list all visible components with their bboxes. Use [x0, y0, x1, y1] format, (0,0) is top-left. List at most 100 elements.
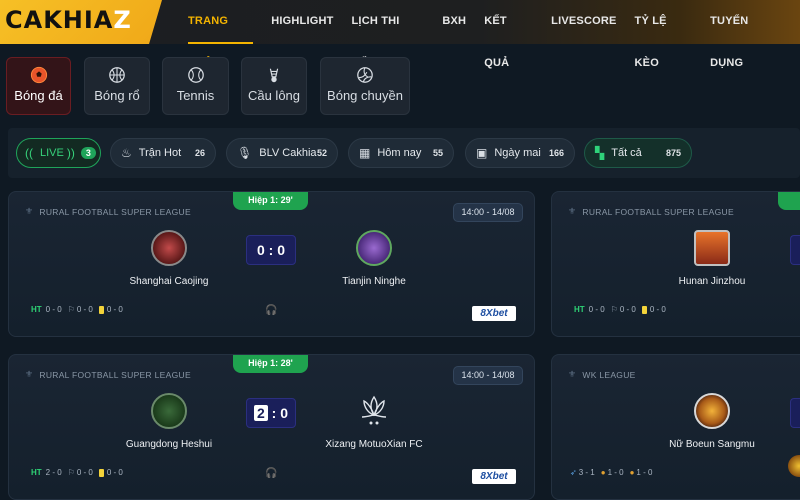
match-card[interactable]: ⚜ WK LEAGUE Nữ Boeun Sangmu ➶ 3 - 1 ● 1 - 0… [551, 354, 800, 500]
home-team-name[interactable]: Nữ Boeun Sangmu [642, 439, 782, 450]
match-time: 14:00 - 14/08 [453, 366, 523, 385]
away-team-name[interactable]: Xizang MotuoXian FC [304, 439, 444, 450]
nav-trang-chu[interactable]: TRANG CHỦ [188, 0, 254, 69]
cards: 0 - 0 [649, 305, 666, 314]
nav-ket-qua[interactable]: KẾT QUẢ [484, 0, 533, 69]
home-team-name[interactable]: Shanghai Caojing [99, 276, 239, 287]
match-stats: HT 2 - 0 ⚐ 0 - 0 0 - 0 [31, 468, 129, 477]
microphone-icon: 🎙 [237, 146, 253, 160]
main-nav: TRANG CHỦ HIGHLIGHT LỊCH THI ĐẤU BXH KẾT… [188, 0, 800, 69]
corner-icon: ➶ [570, 468, 577, 477]
ht-label: HT [574, 305, 585, 314]
league-name: ⚜ RURAL FOOTBALL SUPER LEAGUE [568, 206, 734, 217]
league-icon: ⚜ [25, 206, 34, 216]
yellow-card-icon [641, 305, 647, 314]
league-name: ⚜ RURAL FOOTBALL SUPER LEAGUE [25, 369, 191, 380]
match-stats: ➶ 3 - 1 ● 1 - 0 ● 1 - 0 [570, 468, 658, 477]
stat-1: 3 - 1 [578, 468, 595, 477]
live-signal-icon-right: )) [66, 146, 75, 160]
shuttlecock-icon [269, 68, 279, 83]
filter-today[interactable]: ▦ Hôm nay 55 [348, 138, 454, 168]
nav-highlight[interactable]: HIGHLIGHT [271, 0, 333, 44]
league-icon: ⚜ [568, 206, 577, 216]
match-card[interactable]: ⚜ RURAL FOOTBALL SUPER LEAGUE Hiệp 1: 29'… [8, 191, 535, 337]
match-score: 0 : 0 [246, 235, 296, 265]
grid-icon: ▚ [595, 146, 605, 160]
away-team-name[interactable]: Tianjin Ninghe [304, 276, 444, 287]
filter-all-label: Tất cả [611, 147, 642, 159]
headset-icon[interactable]: 🎧 [265, 468, 277, 479]
headset-icon[interactable]: 🎧 [265, 305, 277, 316]
filter-hot-label: Trận Hot [138, 147, 182, 159]
league-label: RURAL FOOTBALL SUPER LEAGUE [39, 206, 191, 217]
sport-label: Bóng chuyền [327, 88, 403, 103]
filter-all[interactable]: ▚ Tất cả 875 [584, 138, 692, 168]
calendar-icon: ▦ [359, 146, 371, 160]
nav-livescore[interactable]: LIVESCORE [551, 0, 616, 44]
match-time: 14:00 - 14/08 [453, 203, 523, 222]
filter-all-count: 875 [665, 148, 681, 158]
match-status-badge [778, 192, 800, 210]
away-team-logo [356, 393, 392, 429]
match-card[interactable]: ⚜ RURAL FOOTBALL SUPER LEAGUE Hiệp 1: 28'… [8, 354, 535, 500]
home-team-name[interactable]: Guangdong Heshui [99, 439, 239, 450]
nav-lich-thi-dau[interactable]: LỊCH THI ĐẤU [352, 0, 425, 69]
score-sep: : [268, 242, 274, 258]
filter-hot-count: 26 [194, 148, 205, 158]
league-name: ⚜ RURAL FOOTBALL SUPER LEAGUE [25, 206, 191, 217]
stat-2: 1 - 0 [607, 468, 624, 477]
cards: 0 - 0 [106, 468, 123, 477]
sport-tab-tennis[interactable]: Tennis [162, 57, 229, 115]
sport-tab-football[interactable]: Bóng đá [6, 57, 71, 115]
calendar-check-icon: ▣ [476, 146, 488, 160]
filter-live-label: LIVE [40, 147, 64, 159]
tennis-ball-icon [187, 67, 204, 83]
yellow-card-icon [98, 305, 104, 314]
filter-live[interactable]: (( LIVE )) 3 [16, 138, 101, 168]
corner-flag-icon: ⚐ [67, 305, 75, 314]
league-icon: ⚜ [568, 369, 577, 379]
bookie-badge[interactable]: 8Xbet [472, 306, 516, 321]
home-team-name[interactable]: Hunan Jinzhou [642, 276, 782, 287]
filter-tomorrow[interactable]: ▣ Ngày mai 166 [465, 138, 575, 168]
logo-area[interactable]: CAKHIAZ [0, 0, 162, 44]
team-small-icon: ● [629, 468, 635, 477]
football-icon [30, 66, 47, 84]
logo-z: Z [113, 6, 132, 34]
sport-tab-badminton[interactable]: Cầu lông [241, 57, 307, 115]
home-team-logo [151, 393, 187, 429]
sport-tab-volleyball[interactable]: Bóng chuyền [320, 57, 410, 115]
match-score [790, 398, 800, 428]
sport-tab-basketball[interactable]: Bóng rổ [84, 57, 150, 115]
filter-hot[interactable]: ♨ Trận Hot 26 [110, 138, 216, 168]
ht-label: HT [31, 305, 42, 314]
match-card[interactable]: ⚜ RURAL FOOTBALL SUPER LEAGUE Hunan Jinzh… [551, 191, 800, 337]
logo[interactable]: CAKHIAZ [5, 6, 132, 34]
sport-label: Bóng đá [14, 88, 63, 103]
filter-tomorrow-label: Ngày mai [494, 147, 541, 159]
live-signal-icon: (( [25, 146, 33, 160]
filter-live-count: 3 [80, 147, 96, 159]
nav-ty-le-keo[interactable]: TỶ LỆ KÈO [635, 0, 693, 69]
corners: 0 - 0 [76, 305, 93, 314]
cards: 0 - 0 [106, 305, 123, 314]
team-small-icon: ● [600, 468, 606, 477]
filter-blv[interactable]: 🎙 BLV Cakhia 52 [226, 138, 338, 168]
filter-today-count: 55 [432, 148, 443, 158]
nav-bxh[interactable]: BXH [442, 0, 466, 44]
match-stats: HT 0 - 0 ⚐ 0 - 0 0 - 0 [31, 305, 129, 314]
match-status-badge: Hiệp 1: 29' [233, 192, 308, 210]
filter-blv-count: 52 [316, 148, 327, 158]
yellow-card-icon [98, 468, 104, 477]
bookie-badge[interactable]: 8Xbet [472, 469, 516, 484]
score-away: 0 [277, 242, 286, 258]
corners: 0 - 0 [619, 305, 636, 314]
top-header: CAKHIAZ TRANG CHỦ HIGHLIGHT LỊCH THI ĐẤU… [0, 0, 800, 69]
filter-today-label: Hôm nay [377, 147, 422, 159]
nav-tuyen-dung[interactable]: TUYỂN DỤNG [710, 0, 782, 69]
league-icon: ⚜ [25, 369, 34, 379]
sport-label: Tennis [176, 88, 215, 103]
score-away: 0 [280, 405, 289, 421]
flame-icon: ♨ [121, 146, 132, 160]
home-team-logo [694, 230, 730, 266]
